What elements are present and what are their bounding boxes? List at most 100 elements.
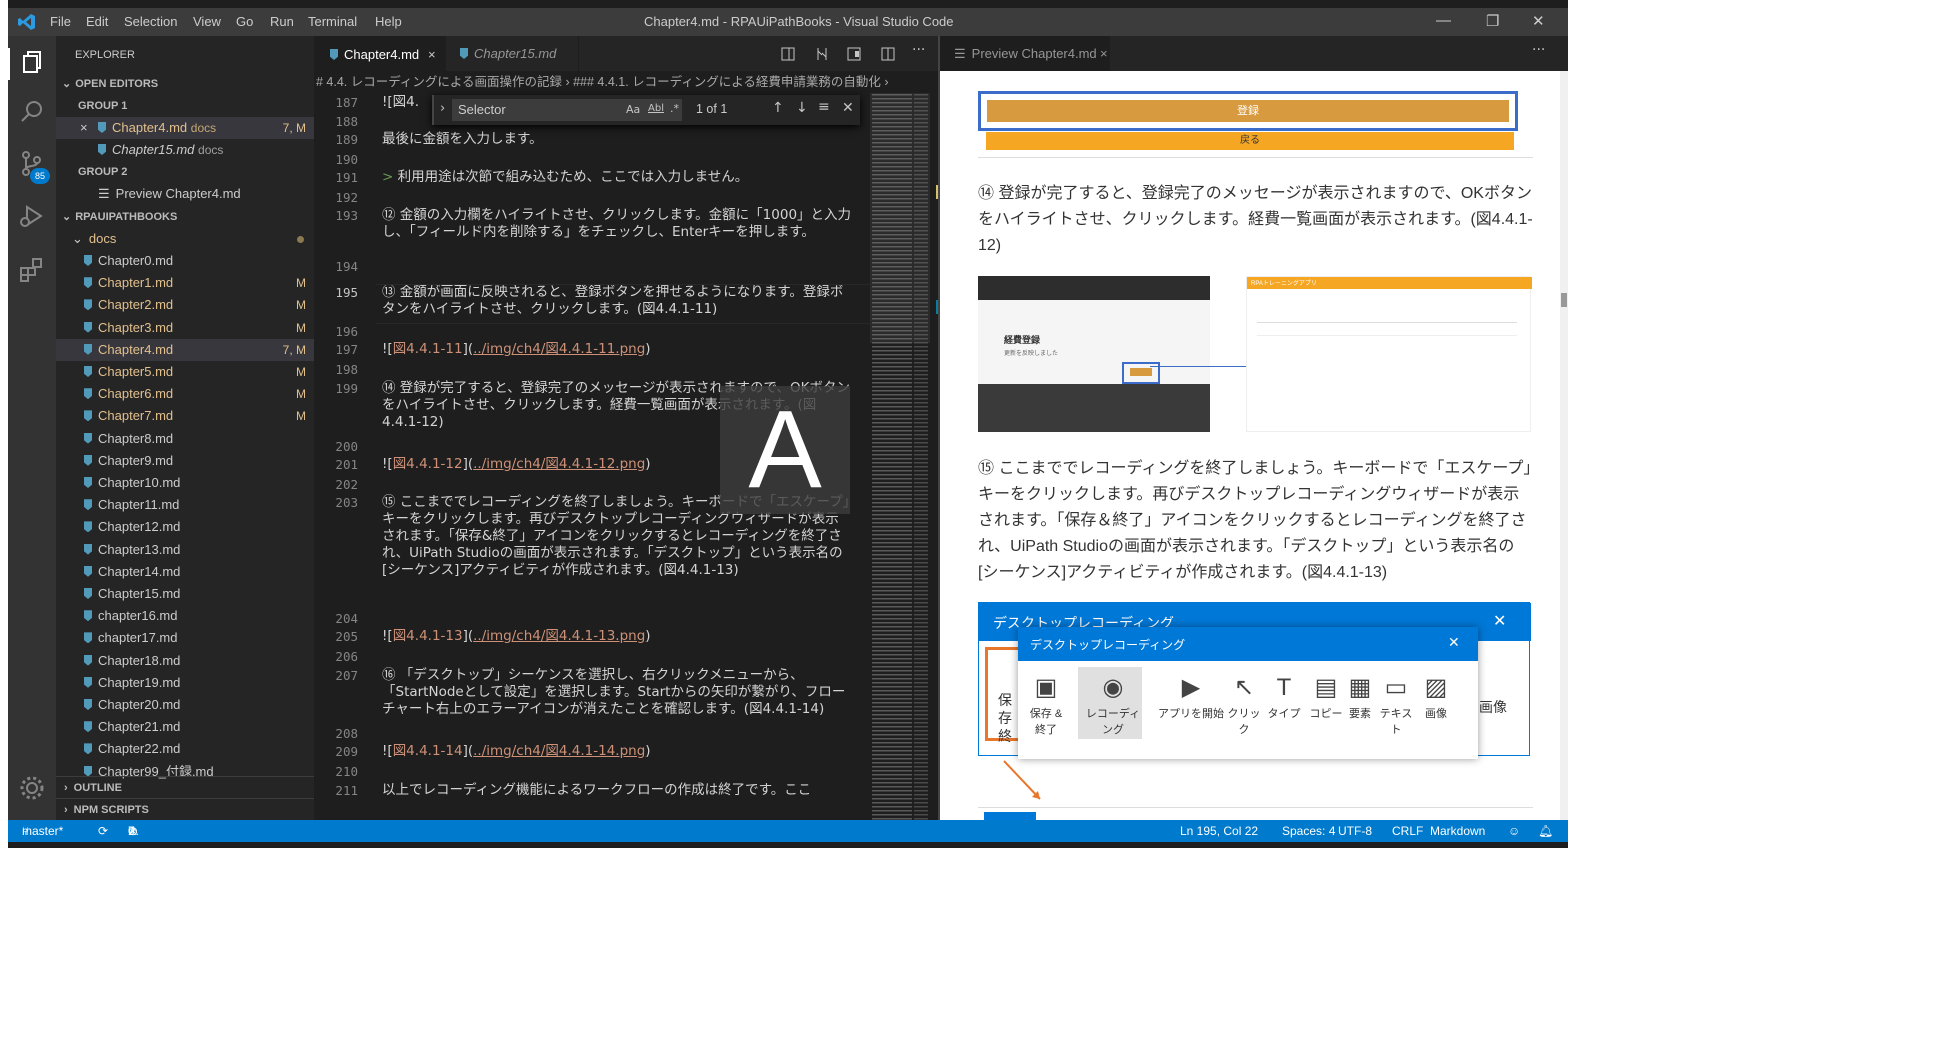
file-item[interactable]: chapter16.md <box>56 605 314 627</box>
menu-edit[interactable]: Edit <box>86 14 108 29</box>
figure-12-table-row <box>1257 335 1517 336</box>
more-actions-icon[interactable]: ··· <box>912 42 925 58</box>
code-line[interactable]: > 利用用途は次節で組み込むため、ここでは入力しません。 <box>382 169 852 186</box>
scm-badge: 85 <box>30 168 50 184</box>
file-item[interactable]: Chapter4.md 7, M <box>56 338 314 361</box>
image-link[interactable]: ../img/ch4/図4.4.1-14.png <box>473 743 645 759</box>
language-mode[interactable]: Markdown <box>1430 820 1485 842</box>
menu-terminal[interactable]: Terminal <box>308 14 357 29</box>
breadcrumb[interactable]: # 4.4. レコーディングによる画面操作の記録 › ### 4.4.1. レコ… <box>314 71 938 93</box>
file-item[interactable]: Chapter20.md <box>56 694 314 716</box>
file-item[interactable]: Chapter5.md M <box>56 361 314 383</box>
file-item[interactable]: Chapter7.md M <box>56 405 314 427</box>
open-editor-chapter15[interactable]: Chapter15.md docs <box>56 139 314 161</box>
code-line[interactable]: 最後に金額を入力します。 <box>382 131 852 148</box>
next-match-icon[interactable]: ↓ <box>796 100 808 116</box>
file-item[interactable]: Chapter19.md <box>56 672 314 694</box>
preview-scroll-thumb[interactable] <box>1561 293 1567 307</box>
encoding[interactable]: UTF-8 <box>1338 820 1372 842</box>
file-item[interactable]: Chapter18.md <box>56 650 314 672</box>
markdown-icon <box>84 521 92 533</box>
search-icon[interactable] <box>18 98 46 126</box>
markdown-preview[interactable]: 登録 戻る ⑭ 登録が完了すると、登録完了のメッセージが表示されますので、OKボ… <box>940 71 1560 820</box>
folder-docs[interactable]: ⌄ docs <box>56 228 314 250</box>
file-item[interactable]: Chapter14.md <box>56 561 314 583</box>
restore-icon[interactable]: ❐ <box>1486 12 1499 30</box>
open-editors-section[interactable]: ⌄ OPEN EDITORS <box>56 73 314 95</box>
image-link[interactable]: ../img/ch4/図4.4.1-13.png <box>473 628 645 644</box>
menu-go[interactable]: Go <box>236 14 253 29</box>
compare-icon[interactable] <box>814 46 830 62</box>
match-case-icon[interactable]: Aa <box>626 103 640 116</box>
cursor-position[interactable]: Ln 195, Col 22 <box>1180 820 1258 842</box>
file-item[interactable]: chapter17.md <box>56 627 314 649</box>
file-item[interactable]: Chapter22.md <box>56 738 314 760</box>
outline-section[interactable]: › OUTLINE <box>56 776 314 799</box>
show-preview-icon[interactable] <box>846 46 862 62</box>
image-link[interactable]: ../img/ch4/図4.4.1-12.png <box>473 456 645 472</box>
tab-chapter15[interactable]: Chapter15.md <box>446 36 579 71</box>
file-item[interactable]: Chapter1.md M <box>56 272 314 294</box>
file-item[interactable]: Chapter15.md <box>56 583 314 605</box>
file-item[interactable]: Chapter3.md M <box>56 317 314 339</box>
split-editor-icon[interactable] <box>880 46 896 62</box>
code-line[interactable]: ⑫ 金額の入力欄をハイライトさせ、クリックします。金額に「1000」と入力し、「… <box>382 207 852 241</box>
preview-scrollbar[interactable] <box>1560 71 1568 820</box>
feedback-icon[interactable]: ☺ <box>1508 820 1520 842</box>
code-line[interactable]: ⑯ 「デスクトップ」シーケンスを選択し、右クリックメニューから、「StartNo… <box>382 667 852 718</box>
extensions-icon[interactable] <box>18 256 46 284</box>
run-debug-icon[interactable] <box>18 202 46 230</box>
menu-selection[interactable]: Selection <box>124 14 177 29</box>
notifications-icon[interactable]: 🔔︎ <box>1538 820 1553 842</box>
file-item[interactable]: Chapter11.md <box>56 494 314 516</box>
whole-word-icon[interactable]: Abl <box>648 103 664 114</box>
code-line[interactable]: ![図4.4.1-11](../img/ch4/図4.4.1-11.png) <box>382 341 852 358</box>
menu-run[interactable]: Run <box>270 14 294 29</box>
file-item[interactable]: Chapter6.md M <box>56 383 314 405</box>
close-window-icon[interactable]: ✕ <box>1532 12 1545 30</box>
close-icon[interactable]: × <box>80 117 88 139</box>
figure-13-tool: ▦ 要素 <box>1340 671 1380 741</box>
figure-11-highlight: 登録 <box>978 91 1518 131</box>
file-item[interactable]: Chapter9.md <box>56 450 314 472</box>
regex-icon[interactable]: .* <box>670 102 679 115</box>
find-in-selection-icon[interactable]: ≡ <box>818 99 830 115</box>
previous-match-icon[interactable]: ↑ <box>772 100 784 116</box>
tab-preview[interactable]: ☰ Preview Chapter4.md × <box>940 36 1110 71</box>
image-link[interactable]: ../img/ch4/図4.4.1-11.png <box>473 341 645 357</box>
file-item[interactable]: Chapter12.md <box>56 516 314 538</box>
open-preview-side-icon[interactable] <box>780 46 796 62</box>
more-actions-icon[interactable]: ··· <box>1532 42 1545 58</box>
file-item[interactable]: Chapter13.md <box>56 539 314 561</box>
sync-icon[interactable]: ⟳ <box>98 820 108 842</box>
file-item[interactable]: Chapter0.md <box>56 250 314 272</box>
tab-chapter4[interactable]: Chapter4.md × <box>314 36 446 72</box>
menu-view[interactable]: View <box>193 14 221 29</box>
image-alt-text: 図4.4.1-12 <box>392 456 463 472</box>
close-find-icon[interactable]: ✕ <box>842 100 854 116</box>
file-item[interactable]: Chapter21.md <box>56 716 314 738</box>
minimize-icon[interactable]: — <box>1436 12 1451 29</box>
minimap[interactable] <box>870 93 938 820</box>
indentation[interactable]: Spaces: 4 <box>1282 820 1335 842</box>
code-line[interactable]: ![図4.4.1-13](../img/ch4/図4.4.1-13.png) <box>382 628 852 645</box>
file-item[interactable]: Chapter10.md <box>56 472 314 494</box>
toggle-replace-icon[interactable]: › <box>440 101 445 116</box>
file-item[interactable]: Chapter8.md <box>56 428 314 450</box>
open-editor-chapter4[interactable]: × Chapter4.md docs 7, M <box>56 117 314 139</box>
code-line[interactable]: 以上でレコーディング機能によるワークフローの作成は終了です。ここ <box>382 782 852 799</box>
find-input[interactable]: Selector Aa Abl .* <box>452 99 682 121</box>
line-number: 189 <box>335 132 358 147</box>
settings-gear-icon[interactable] <box>18 774 46 802</box>
menu-help[interactable]: Help <box>375 14 402 29</box>
menu-file[interactable]: File <box>50 14 71 29</box>
project-section[interactable]: ⌄ RPAUIPATHBOOKS <box>56 206 314 228</box>
open-editor-preview[interactable]: ☰ Preview Chapter4.md <box>56 183 314 205</box>
file-item[interactable]: Chapter2.md M <box>56 294 314 316</box>
explorer-icon[interactable] <box>18 48 46 76</box>
npm-section[interactable]: › NPM SCRIPTS <box>56 798 314 821</box>
tab-close-icon[interactable]: × <box>428 37 436 72</box>
tab-close-icon[interactable]: × <box>1100 36 1108 71</box>
line-ending[interactable]: CRLF <box>1392 820 1423 842</box>
code-line[interactable]: ![図4.4.1-14](../img/ch4/図4.4.1-14.png) <box>382 743 852 760</box>
